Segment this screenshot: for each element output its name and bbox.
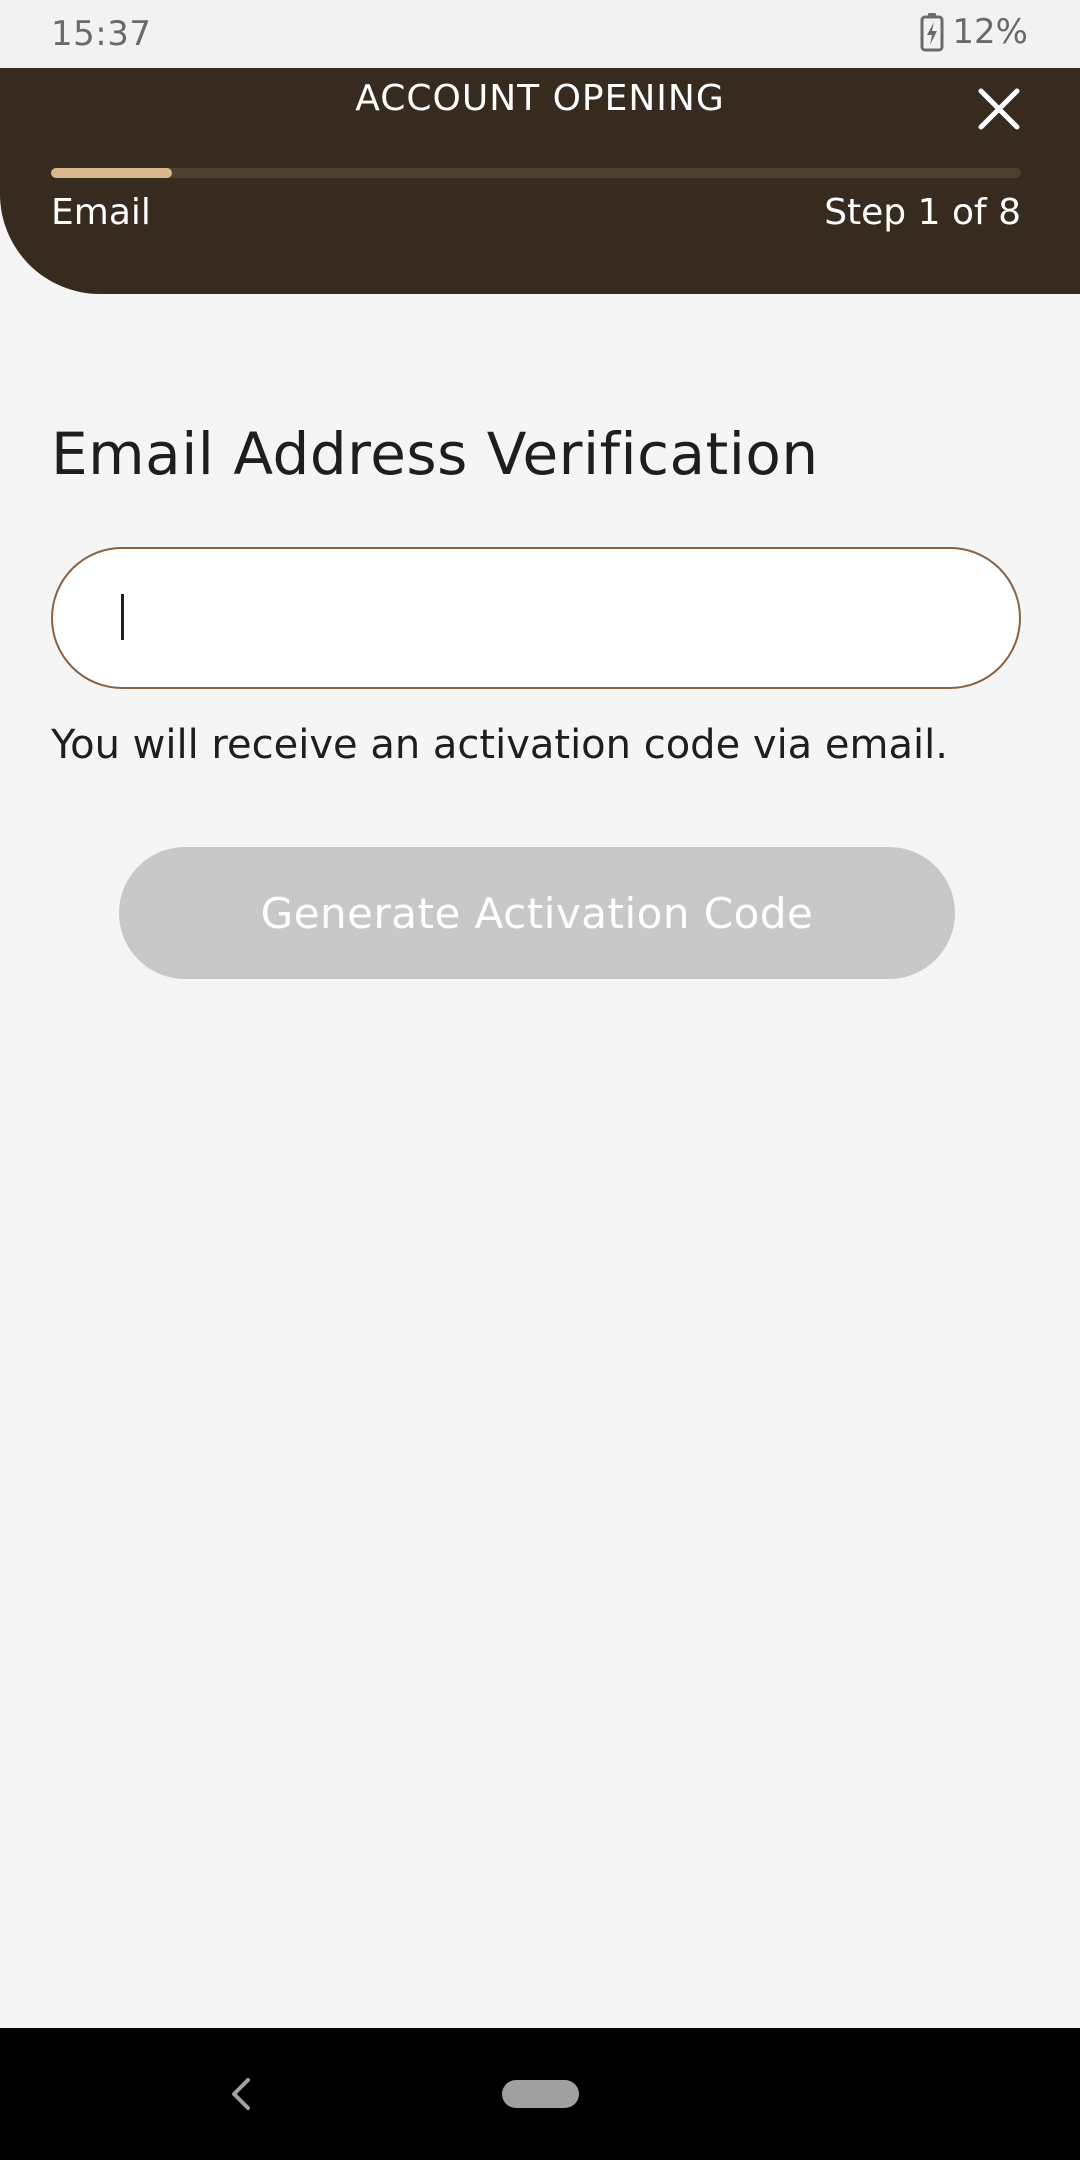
step-name: Email <box>51 192 151 233</box>
status-time: 15:37 <box>51 14 152 54</box>
close-button[interactable] <box>966 76 1032 142</box>
step-counter: Step 1 of 8 <box>824 192 1021 233</box>
page-title: Email Address Verification <box>51 420 819 488</box>
email-input[interactable] <box>51 547 1021 689</box>
close-icon <box>978 88 1020 130</box>
home-pill-icon[interactable] <box>502 2080 579 2108</box>
header-title: ACCOUNT OPENING <box>355 78 725 119</box>
back-chevron-icon[interactable] <box>222 2072 262 2116</box>
status-right: 12% <box>920 12 1028 52</box>
text-cursor <box>121 594 124 640</box>
battery-percent: 12% <box>952 12 1028 52</box>
generate-activation-code-button[interactable]: Generate Activation Code <box>119 847 955 979</box>
system-nav-bar <box>0 2028 1080 2160</box>
status-bar: 15:37 12% <box>0 0 1080 68</box>
progress-fill <box>51 168 173 178</box>
helper-text: You will receive an activation code via … <box>51 722 948 768</box>
progress-bar <box>51 168 1021 178</box>
header: ACCOUNT OPENING Email Step 1 of 8 <box>0 68 1080 294</box>
battery-charging-icon <box>920 12 944 52</box>
